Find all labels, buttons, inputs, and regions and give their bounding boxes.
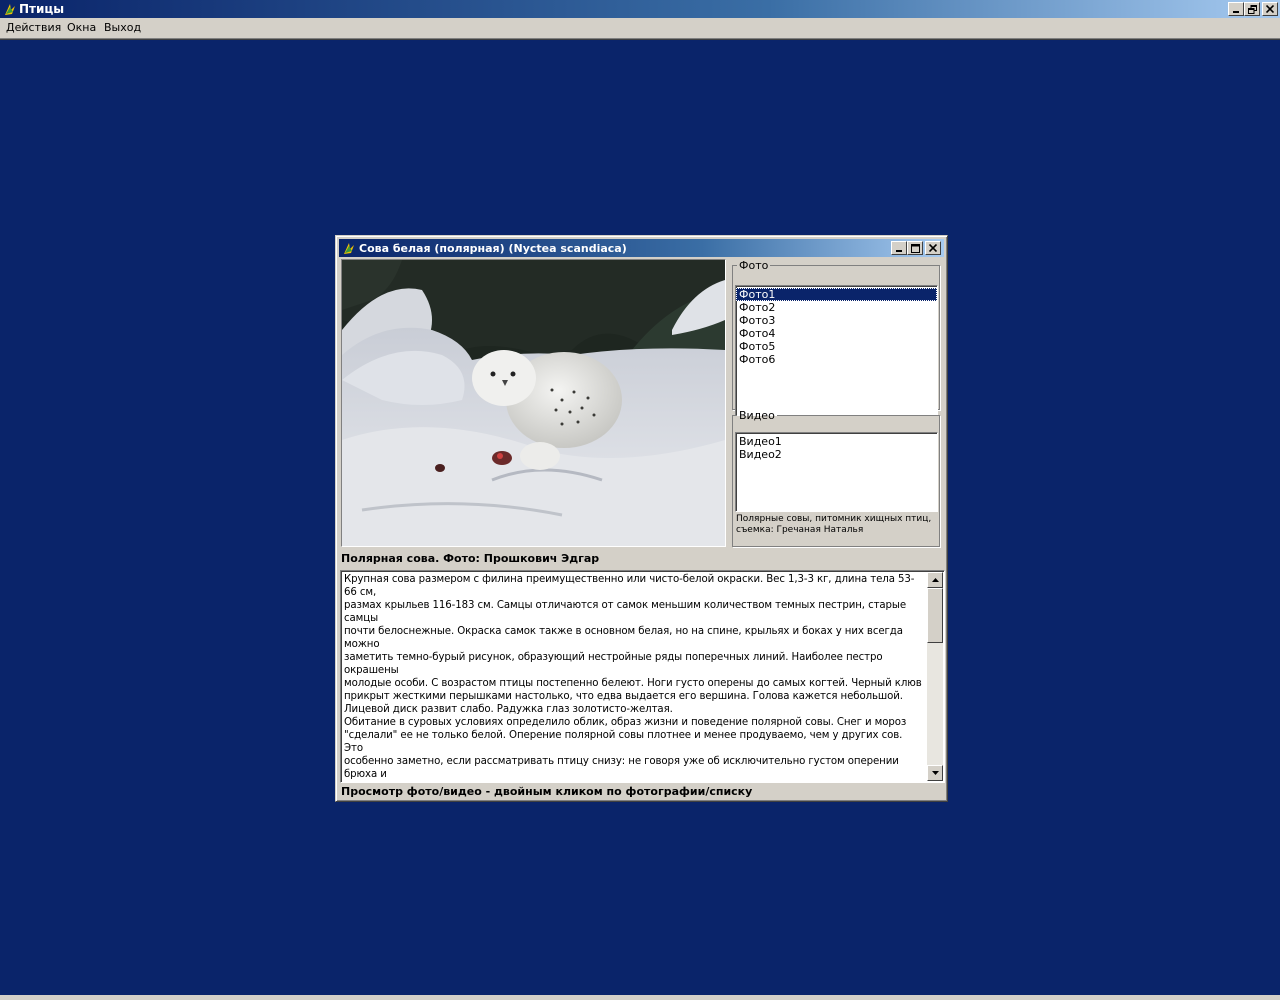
bird-window-icon <box>342 241 356 255</box>
bird-app-icon <box>3 2 17 16</box>
photo-list[interactable]: Фото1 Фото2 Фото3 Фото4 Фото5 Фото6 <box>735 285 938 416</box>
maximize-icon[interactable] <box>907 241 923 255</box>
vertical-scrollbar[interactable] <box>927 572 943 781</box>
scroll-thumb[interactable] <box>927 588 943 643</box>
minimize-icon[interactable] <box>1228 2 1244 16</box>
description-text: Крупная сова размером с филина преимущес… <box>344 574 922 780</box>
list-item[interactable]: Фото4 <box>736 327 937 340</box>
photo-group-legend: Фото <box>739 259 769 272</box>
usage-hint: Просмотр фото/видео - двойным кликом по … <box>341 785 753 798</box>
photo-caption: Полярная сова. Фото: Прошкович Эдгар <box>341 552 600 565</box>
list-item[interactable]: Фото2 <box>736 301 937 314</box>
status-bar <box>0 995 1280 1000</box>
restore-icon[interactable] <box>1244 2 1260 16</box>
owl-photo[interactable] <box>341 259 726 547</box>
menubar: Действия Окна Выход <box>0 18 1280 39</box>
video-group-legend: Видео <box>739 409 775 422</box>
menu-exit[interactable]: Выход <box>104 21 141 34</box>
close-icon[interactable] <box>925 241 941 255</box>
video-group: Видео Видео1 Видео2 Полярные совы, питом… <box>732 410 940 547</box>
close-icon[interactable] <box>1262 2 1278 16</box>
list-item[interactable]: Фото1 <box>736 288 937 301</box>
description-textarea[interactable]: Крупная сова размером с филина преимущес… <box>340 570 945 783</box>
list-item[interactable]: Фото6 <box>736 353 937 366</box>
app-title: Птицы <box>19 2 65 16</box>
list-item[interactable]: Фото3 <box>736 314 937 327</box>
list-item[interactable]: Видео2 <box>736 448 937 461</box>
video-caption: Полярные совы, питомник хищных птиц, съе… <box>736 514 932 535</box>
video-list[interactable]: Видео1 Видео2 <box>735 432 938 512</box>
list-item[interactable]: Фото5 <box>736 340 937 353</box>
scroll-up-icon[interactable] <box>927 572 943 588</box>
species-window: Сова белая (полярная) (Nyctea scandiaca) <box>335 235 948 802</box>
photo-group: Фото Фото1 Фото2 Фото3 Фото4 Фото5 Фото6 <box>732 259 940 416</box>
species-window-title: Сова белая (полярная) (Nyctea scandiaca) <box>359 242 627 255</box>
scroll-down-icon[interactable] <box>927 765 943 781</box>
species-window-titlebar[interactable]: Сова белая (полярная) (Nyctea scandiaca) <box>339 239 944 257</box>
list-item[interactable]: Видео1 <box>736 435 937 448</box>
menu-windows[interactable]: Окна <box>67 21 96 34</box>
menu-actions[interactable]: Действия <box>6 21 61 34</box>
minimize-icon[interactable] <box>891 241 907 255</box>
app-titlebar[interactable]: Птицы <box>0 0 1280 18</box>
